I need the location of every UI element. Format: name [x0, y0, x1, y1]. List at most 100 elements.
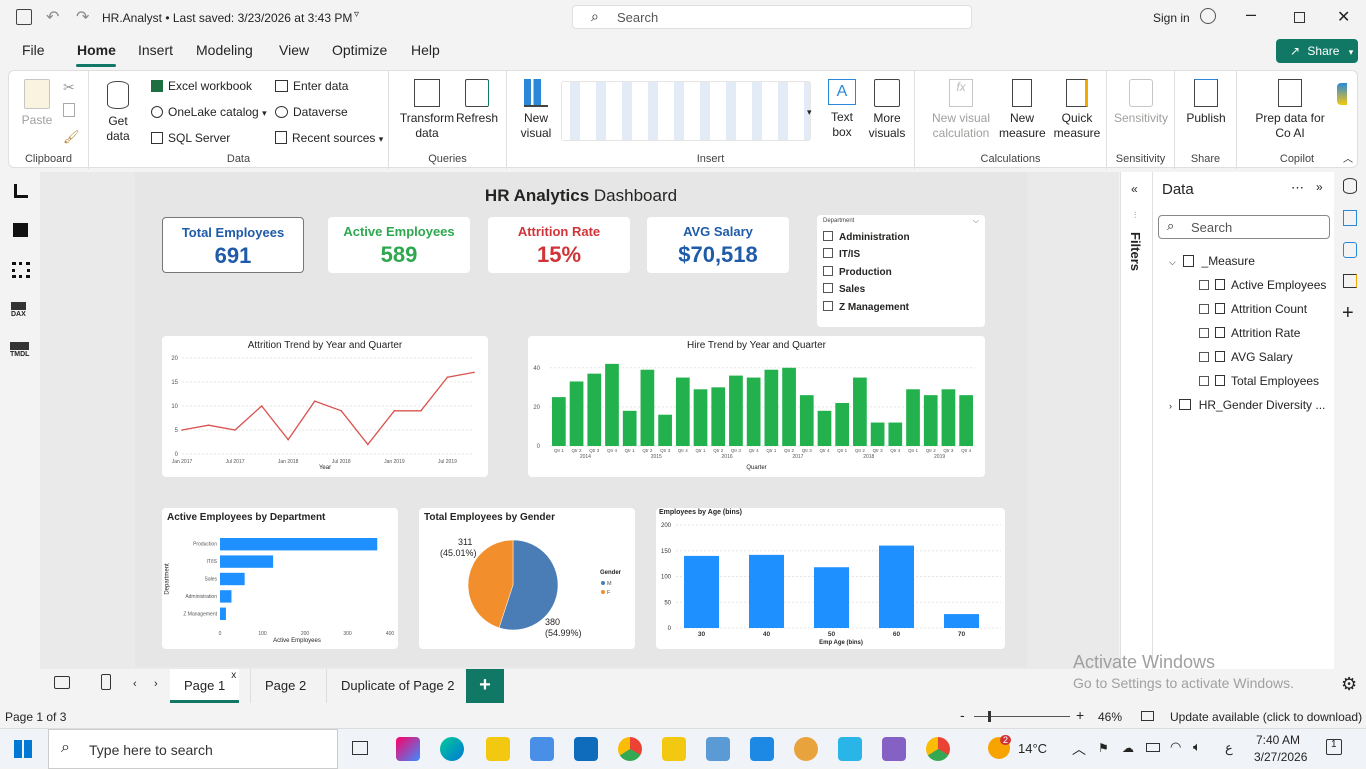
- add-page-button[interactable]: +: [466, 669, 504, 703]
- hire-trend-chart[interactable]: Hire Trend by Year and Quarter 0 20 40 Qtr …: [528, 336, 985, 477]
- clock-time[interactable]: 7:40 AM: [1256, 733, 1300, 747]
- sql-server-button[interactable]: SQL Server: [151, 131, 230, 145]
- tray-cloud-icon[interactable]: ☁: [1122, 741, 1134, 755]
- gallery-more-icon[interactable]: ▾: [807, 107, 812, 118]
- add-pane-icon[interactable]: +: [1342, 302, 1354, 325]
- visual-gallery[interactable]: [561, 81, 811, 141]
- cut-icon[interactable]: ✂: [63, 79, 75, 96]
- measure-table[interactable]: ⌵ _Measure: [1169, 254, 1255, 268]
- share-button[interactable]: ↗ Share ▾: [1276, 39, 1358, 63]
- minimize-icon[interactable]: –: [1246, 4, 1256, 25]
- copilot-icon[interactable]: [1337, 83, 1347, 105]
- data-pane-icon[interactable]: [1343, 178, 1357, 194]
- fit-page-icon[interactable]: [1141, 711, 1154, 721]
- excel-workbook-button[interactable]: Excel workbook: [151, 79, 252, 93]
- age-bar-chart[interactable]: Employees by Age (bins) 0 50 100 150 200 30 40…: [656, 508, 1005, 649]
- checkbox[interactable]: [1199, 328, 1209, 338]
- slicer-chevron-icon[interactable]: ⌵: [973, 216, 979, 226]
- tray-battery-icon[interactable]: [1146, 743, 1160, 752]
- zoom-thumb[interactable]: [988, 711, 991, 722]
- transform-data-button[interactable]: Transform data: [397, 79, 457, 141]
- undo-icon[interactable]: ↶: [46, 7, 59, 27]
- page-tab-1[interactable]: Page 1x: [170, 669, 240, 703]
- store-icon[interactable]: [530, 737, 554, 761]
- temperature[interactable]: 14°C: [1018, 741, 1047, 756]
- build-visual-icon[interactable]: [1343, 210, 1357, 226]
- text-box-button[interactable]: A Text box: [823, 79, 861, 140]
- dax-query-view-icon[interactable]: DAX: [11, 302, 26, 318]
- attrition-trend-chart[interactable]: Attrition Trend by Year and Quarter 0 5 10…: [162, 336, 488, 477]
- onelake-catalog-button[interactable]: OneLake catalog ▾: [151, 105, 267, 119]
- slicer-item[interactable]: Sales: [823, 283, 865, 295]
- checkbox[interactable]: [1199, 280, 1209, 290]
- close-tab-icon[interactable]: x: [231, 659, 236, 693]
- slicer-item[interactable]: Production: [823, 266, 892, 278]
- redo-icon[interactable]: ↷: [76, 7, 89, 27]
- menu-optimize[interactable]: Optimize: [332, 42, 387, 58]
- enter-data-button[interactable]: Enter data: [275, 79, 348, 93]
- report-view-icon[interactable]: [14, 184, 28, 198]
- windows-start-icon[interactable]: [14, 740, 32, 758]
- sensitivity-button[interactable]: Sensitivity: [1111, 79, 1171, 126]
- clock-date[interactable]: 3/27/2026: [1254, 750, 1307, 764]
- input-language[interactable]: ع: [1225, 740, 1233, 756]
- outlook-icon[interactable]: [574, 737, 598, 761]
- paint-icon[interactable]: [794, 737, 818, 761]
- menu-modeling[interactable]: Modeling: [196, 42, 253, 58]
- update-available-link[interactable]: Update available (click to download): [1170, 710, 1362, 724]
- snipping-tool-icon[interactable]: [706, 737, 730, 761]
- checkbox[interactable]: [823, 266, 833, 276]
- zoom-in-icon[interactable]: +: [1076, 707, 1084, 723]
- checkbox[interactable]: [1199, 304, 1209, 314]
- task-view-icon[interactable]: [352, 741, 368, 755]
- checkbox[interactable]: [823, 301, 833, 311]
- card-active-employees[interactable]: Active Employees 589: [328, 217, 470, 273]
- measure-item[interactable]: AVG Salary: [1199, 350, 1293, 364]
- checkbox[interactable]: [823, 283, 833, 293]
- department-slicer[interactable]: Department ⌵ Administration IT/IS Produc…: [817, 215, 985, 327]
- desktop-layout-icon[interactable]: [54, 676, 70, 689]
- edge-icon[interactable]: [440, 737, 464, 761]
- recent-sources-button[interactable]: Recent sources ▾: [275, 131, 383, 145]
- menu-home[interactable]: Home: [77, 42, 116, 58]
- measure-item[interactable]: Active Employees: [1199, 278, 1326, 292]
- measure-item[interactable]: Total Employees: [1199, 374, 1319, 388]
- checkbox[interactable]: [1199, 376, 1209, 386]
- new-visual-button[interactable]: New visual: [515, 79, 557, 141]
- publish-button[interactable]: Publish: [1183, 79, 1229, 126]
- more-visuals-button[interactable]: More visuals: [863, 79, 911, 141]
- table-item[interactable]: › HR_Gender Diversity ...: [1169, 398, 1325, 412]
- sign-in-link[interactable]: Sign in: [1153, 11, 1190, 25]
- prep-data-button[interactable]: Prep data for Co AI: [1247, 79, 1333, 141]
- filters-pane-collapsed[interactable]: « ⫶ Filters: [1120, 172, 1152, 669]
- copilot-taskbar-icon[interactable]: [396, 737, 420, 761]
- slicer-item[interactable]: IT/IS: [823, 248, 860, 260]
- search-box[interactable]: ⌕ Search: [572, 5, 972, 29]
- tray-volume-icon[interactable]: 🔈︎: [1193, 739, 1201, 755]
- bookmarks-icon[interactable]: [1343, 274, 1357, 288]
- dept-bar-chart[interactable]: Active Employees by Department 0 100 200 30…: [162, 508, 398, 649]
- checkbox[interactable]: [823, 248, 833, 258]
- card-total-employees[interactable]: Total Employees 691: [162, 217, 304, 273]
- page-tab-2[interactable]: Page 2: [250, 669, 320, 703]
- slicer-item[interactable]: Z Management: [823, 301, 909, 313]
- slicer-item[interactable]: Administration: [823, 231, 910, 243]
- expand-chevron-icon[interactable]: ⌵: [1169, 257, 1176, 267]
- format-visual-icon[interactable]: [1343, 242, 1357, 258]
- measure-item[interactable]: Attrition Count: [1199, 302, 1307, 316]
- tray-wifi-icon[interactable]: ◠: [1170, 739, 1181, 755]
- close-icon[interactable]: ✕: [1337, 7, 1350, 27]
- card-attrition-rate[interactable]: Attrition Rate 15%: [488, 217, 630, 273]
- visual-studio-icon[interactable]: [882, 737, 906, 761]
- chrome-icon[interactable]: [618, 737, 642, 761]
- paste-button[interactable]: Paste: [17, 79, 57, 128]
- menu-help[interactable]: Help: [411, 42, 440, 58]
- title-dropdown-icon[interactable]: ▿: [354, 9, 359, 20]
- expand-chevron-icon[interactable]: ›: [1169, 401, 1172, 411]
- refresh-button[interactable]: Refresh: [455, 79, 499, 126]
- checkbox[interactable]: [1199, 352, 1209, 362]
- model-view-icon[interactable]: [12, 262, 30, 278]
- gender-pie-chart[interactable]: Total Employees by Gender MF 311 (45.01%…: [419, 508, 635, 649]
- menu-view[interactable]: View: [279, 42, 309, 58]
- page-tab-3[interactable]: Duplicate of Page 2: [326, 669, 468, 703]
